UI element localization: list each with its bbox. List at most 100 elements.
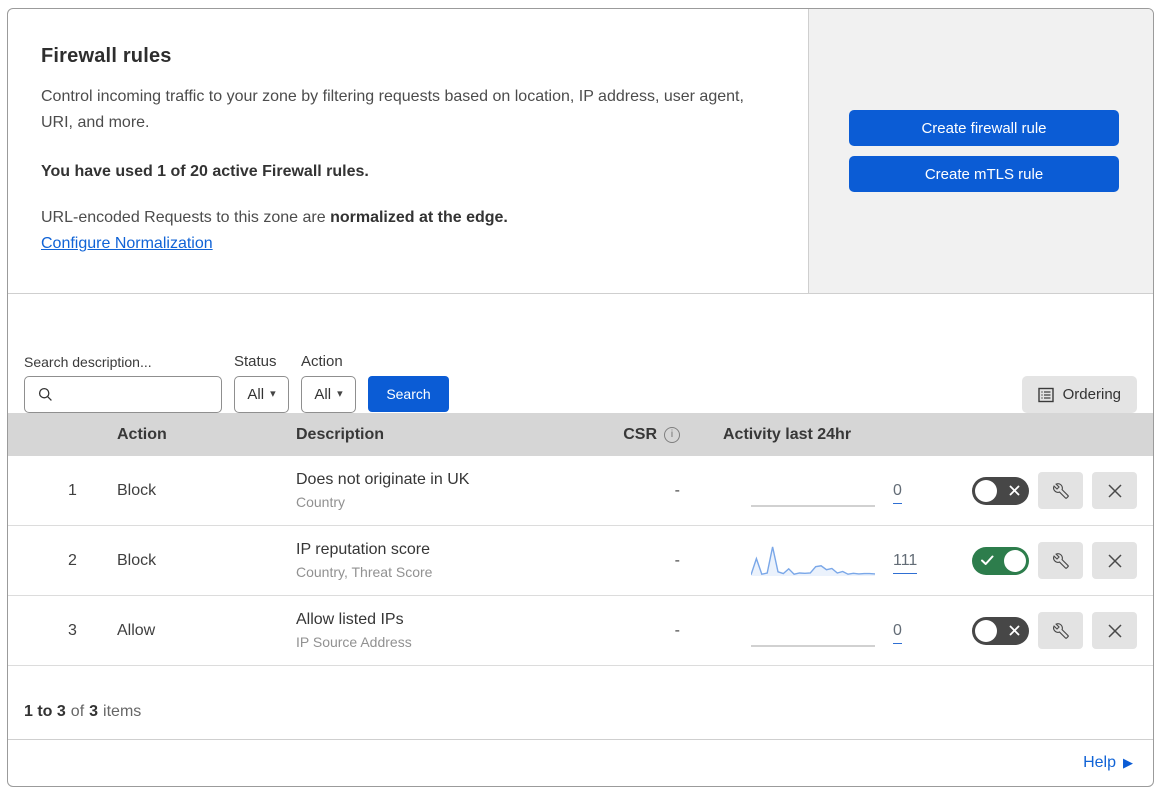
chevron-down-icon: ▾ xyxy=(270,388,276,400)
arrow-right-icon: ▶ xyxy=(1123,755,1133,770)
close-icon xyxy=(1107,623,1122,638)
normalization-bold: normalized at the edge. xyxy=(330,208,508,226)
activity-count-wrap: 111 xyxy=(893,551,933,574)
help-link[interactable]: Help ▶ xyxy=(1083,754,1133,772)
status-field-group: Status All ▾ xyxy=(234,353,289,413)
search-label: Search description... xyxy=(24,354,152,370)
rules-table: Action Description CSR i Activity last 2… xyxy=(8,413,1153,666)
action-label: Action xyxy=(301,353,343,370)
actions-panel: Create firewall rule Create mTLS rule xyxy=(808,9,1153,293)
create-firewall-rule-button[interactable]: Create firewall rule xyxy=(849,110,1119,146)
page-title: Firewall rules xyxy=(41,45,172,67)
rule-description-cell: Allow listed IPs IP Source Address xyxy=(278,611,596,650)
close-icon xyxy=(1107,483,1122,498)
rule-csr-value: - xyxy=(674,621,680,639)
delete-rule-button[interactable] xyxy=(1092,472,1137,509)
edit-rule-button[interactable] xyxy=(1038,542,1083,579)
status-select[interactable]: All ▾ xyxy=(234,376,289,413)
check-icon xyxy=(981,555,994,565)
help-bar: Help ▶ xyxy=(8,739,1153,786)
ordering-button-label: Ordering xyxy=(1062,386,1121,403)
status-select-value: All xyxy=(247,386,265,403)
rule-description: IP reputation score xyxy=(296,541,431,558)
of-text: of xyxy=(70,703,85,720)
rule-action: Block xyxy=(117,481,157,499)
configure-normalization-link[interactable]: Configure Normalization xyxy=(41,235,213,252)
rule-description-cell: Does not originate in UK Country xyxy=(278,471,596,510)
pagination-summary: 1 to 3 of 3 items xyxy=(8,666,1153,739)
rule-priority: 1 xyxy=(68,481,77,499)
close-icon xyxy=(1107,553,1122,568)
rule-activity-cell: 0 xyxy=(696,474,943,508)
activity-count-link[interactable]: 0 xyxy=(893,621,902,644)
list-icon xyxy=(1037,387,1054,402)
delete-rule-button[interactable] xyxy=(1092,612,1137,649)
wrench-icon xyxy=(1052,552,1069,569)
create-mtls-rule-button[interactable]: Create mTLS rule xyxy=(849,156,1119,192)
header-section: Firewall rules Control incoming traffic … xyxy=(8,9,1153,294)
table-row: 2 Block IP reputation score Country, Thr… xyxy=(8,526,1153,596)
toggle-knob xyxy=(1004,549,1026,572)
rule-priority: 2 xyxy=(68,551,77,569)
rule-csr-value: - xyxy=(674,481,680,499)
toggle-knob xyxy=(975,619,997,642)
activity-count-link[interactable]: 111 xyxy=(893,551,918,574)
normalization-line: URL-encoded Requests to this zone are no… xyxy=(41,209,768,227)
rule-description: Does not originate in UK xyxy=(296,471,470,488)
action-field-group: Action All ▾ xyxy=(301,353,356,413)
table-row: 1 Block Does not originate in UK Country… xyxy=(8,456,1153,526)
rule-fields: Country, Threat Score xyxy=(296,564,433,580)
csr-column-header: CSR i xyxy=(596,426,696,444)
info-icon[interactable]: i xyxy=(664,426,680,443)
rule-csr-value: - xyxy=(674,551,680,569)
action-column-header: Action xyxy=(117,425,167,443)
table-header-row: Action Description CSR i Activity last 2… xyxy=(8,413,1153,456)
rule-controls xyxy=(943,612,1153,649)
rule-enabled-toggle[interactable] xyxy=(972,476,1029,505)
items-text: items xyxy=(103,703,142,720)
filter-bar: Search description... Status All ▾ Actio… xyxy=(8,294,1153,413)
activity-column-header: Activity last 24hr xyxy=(723,425,852,443)
activity-sparkline xyxy=(751,504,875,507)
rule-controls xyxy=(943,542,1153,579)
action-select[interactable]: All ▾ xyxy=(301,376,356,413)
rule-activity-cell: 111 xyxy=(696,544,943,578)
header-text-block: Firewall rules Control incoming traffic … xyxy=(8,9,808,293)
ordering-button[interactable]: Ordering xyxy=(1021,376,1137,413)
chevron-down-icon: ▾ xyxy=(337,388,343,400)
search-icon xyxy=(38,387,52,401)
search-box[interactable] xyxy=(24,376,222,413)
activity-count-link[interactable]: 0 xyxy=(893,481,902,504)
wrench-icon xyxy=(1052,622,1069,639)
rule-enabled-toggle[interactable] xyxy=(972,546,1029,575)
delete-rule-button[interactable] xyxy=(1092,542,1137,579)
activity-count-wrap: 0 xyxy=(893,621,933,644)
csr-header-label: CSR xyxy=(623,425,657,443)
search-field-group: Search description... xyxy=(24,354,222,413)
activity-sparkline xyxy=(751,644,875,647)
status-label: Status xyxy=(234,353,277,370)
range-text: 1 to 3 xyxy=(24,703,66,720)
activity-sparkline xyxy=(751,546,875,576)
x-icon xyxy=(1009,625,1020,635)
normalization-text: URL-encoded Requests to this zone are xyxy=(41,208,326,226)
rule-fields: Country xyxy=(296,494,346,510)
edit-rule-button[interactable] xyxy=(1038,472,1083,509)
page-description: Control incoming traffic to your zone by… xyxy=(41,88,744,132)
rule-enabled-toggle[interactable] xyxy=(972,616,1029,645)
edit-rule-button[interactable] xyxy=(1038,612,1083,649)
firewall-rules-card: Firewall rules Control incoming traffic … xyxy=(7,8,1154,787)
help-label: Help xyxy=(1083,754,1116,771)
x-icon xyxy=(1009,485,1020,495)
total-text: 3 xyxy=(89,703,99,720)
wrench-icon xyxy=(1052,482,1069,499)
rule-description-cell: IP reputation score Country, Threat Scor… xyxy=(278,541,596,580)
rule-controls xyxy=(943,472,1153,509)
search-input[interactable] xyxy=(61,386,211,403)
rule-activity-cell: 0 xyxy=(696,614,943,648)
toggle-knob xyxy=(975,479,997,502)
rule-fields: IP Source Address xyxy=(296,634,412,650)
rule-priority: 3 xyxy=(68,621,77,639)
activity-count-wrap: 0 xyxy=(893,481,933,504)
search-button[interactable]: Search xyxy=(368,376,449,412)
